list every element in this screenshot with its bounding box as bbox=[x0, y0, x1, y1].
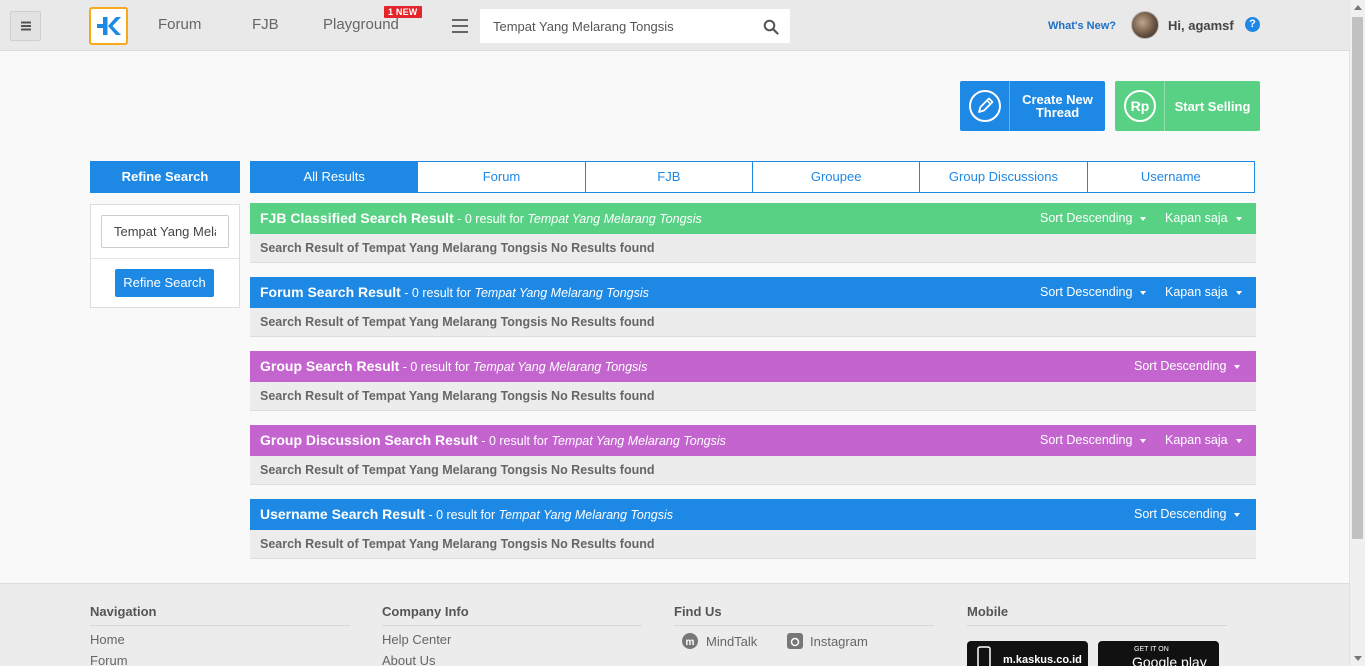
nav-playground-link[interactable]: Playground bbox=[323, 16, 399, 33]
sort-dropdown[interactable]: Sort Descending bbox=[1134, 359, 1241, 373]
footer-link-home[interactable]: Home bbox=[90, 632, 350, 647]
empty-message: Search Result of Tempat Yang Melarang To… bbox=[260, 463, 655, 477]
footer-mobile-title: Mobile bbox=[967, 604, 1227, 626]
empty-message: Search Result of Tempat Yang Melarang To… bbox=[260, 389, 655, 403]
forum-result-body: Search Result of Tempat Yang Melarang To… bbox=[250, 308, 1256, 337]
time-filter-dropdown[interactable]: Kapan saja bbox=[1165, 433, 1242, 447]
refine-search-input[interactable] bbox=[101, 215, 229, 248]
group-discussion-result-body: Search Result of Tempat Yang Melarang To… bbox=[250, 456, 1256, 485]
empty-message: Search Result of Tempat Yang Melarang To… bbox=[260, 537, 655, 551]
caret-down-icon bbox=[1140, 438, 1147, 443]
empty-message: Search Result of Tempat Yang Melarang To… bbox=[260, 315, 655, 329]
fjb-result-header: FJB Classified Search Result - 0 result … bbox=[250, 203, 1256, 234]
kaskus-logo[interactable] bbox=[89, 7, 128, 45]
result-title: FJB Classified Search Result - 0 result … bbox=[260, 210, 702, 226]
footer-link-mindtalk[interactable]: m MindTalk bbox=[680, 632, 757, 650]
footer-company-title: Company Info bbox=[382, 604, 642, 626]
mobile-site-badge[interactable]: m.kaskus.co.id bbox=[967, 641, 1088, 666]
result-tabs: All Results Forum FJB Groupee Group Disc… bbox=[250, 161, 1255, 193]
sort-dropdown[interactable]: Sort Descending bbox=[1040, 285, 1147, 299]
scroll-thumb[interactable] bbox=[1352, 17, 1363, 539]
search-input[interactable] bbox=[480, 9, 760, 43]
caret-down-icon bbox=[1235, 216, 1242, 221]
result-title: Username Search Result - 0 result for Te… bbox=[260, 506, 674, 522]
caret-down-icon bbox=[1235, 438, 1242, 443]
footer-link-instagram[interactable]: Instagram bbox=[786, 632, 868, 650]
search-bar bbox=[480, 9, 790, 43]
footer-findus-title: Find Us bbox=[674, 604, 934, 626]
caret-down-icon bbox=[1234, 364, 1241, 369]
footer-link-forum[interactable]: Forum bbox=[90, 653, 350, 666]
instagram-icon bbox=[787, 633, 803, 649]
refine-search-panel: Refine Search bbox=[90, 204, 240, 308]
help-icon[interactable]: ? bbox=[1245, 17, 1260, 32]
sort-dropdown[interactable]: Sort Descending bbox=[1040, 433, 1147, 447]
svg-text:m: m bbox=[686, 637, 695, 648]
footer: Navigation Home Forum Company Info Help … bbox=[0, 583, 1349, 666]
empty-message: Search Result of Tempat Yang Melarang To… bbox=[260, 241, 655, 255]
create-new-thread-label: Create New Thread bbox=[1022, 92, 1093, 120]
group-result-body: Search Result of Tempat Yang Melarang To… bbox=[250, 382, 1256, 411]
kaskus-logo-icon bbox=[96, 17, 121, 35]
tab-all-results[interactable]: All Results bbox=[251, 162, 418, 192]
category-list-icon[interactable] bbox=[452, 19, 468, 33]
scroll-up-arrow-icon[interactable] bbox=[1350, 0, 1365, 16]
svg-text:Rp: Rp bbox=[1130, 98, 1149, 114]
tab-groupee[interactable]: Groupee bbox=[751, 162, 920, 192]
forum-result-header: Forum Search Result - 0 result for Tempa… bbox=[250, 277, 1256, 308]
whats-new-link[interactable]: What's New? bbox=[1048, 20, 1116, 32]
google-play-badge[interactable]: GET IT ON Google play bbox=[1098, 641, 1219, 666]
top-navbar: Forum FJB Playground 1 NEW What's New? H… bbox=[0, 0, 1349, 51]
time-filter-dropdown[interactable]: Kapan saja bbox=[1165, 211, 1242, 225]
result-title: Group Search Result - 0 result for Tempa… bbox=[260, 358, 648, 374]
footer-mobile: Mobile bbox=[967, 604, 1227, 626]
divider bbox=[91, 258, 239, 259]
result-title: Group Discussion Search Result - 0 resul… bbox=[260, 432, 726, 448]
avatar[interactable] bbox=[1131, 11, 1159, 39]
start-selling-label: Start Selling bbox=[1174, 98, 1251, 114]
username-result-header: Username Search Result - 0 result for Te… bbox=[250, 499, 1256, 530]
footer-link-help-center[interactable]: Help Center bbox=[382, 632, 642, 647]
new-badge: 1 NEW bbox=[384, 6, 422, 18]
sort-dropdown[interactable]: Sort Descending bbox=[1134, 507, 1241, 521]
tab-forum[interactable]: Forum bbox=[417, 162, 585, 192]
user-greeting[interactable]: Hi, agamsf bbox=[1168, 18, 1234, 33]
caret-down-icon bbox=[1140, 290, 1147, 295]
group-result-header: Group Search Result - 0 result for Tempa… bbox=[250, 351, 1256, 382]
scroll-down-arrow-icon[interactable] bbox=[1350, 650, 1365, 666]
page-scrollbar[interactable] bbox=[1349, 0, 1365, 666]
tab-group-discussions[interactable]: Group Discussions bbox=[919, 162, 1087, 192]
footer-find-us: Find Us bbox=[674, 604, 934, 626]
tab-username[interactable]: Username bbox=[1086, 162, 1254, 192]
hamburger-menu-button[interactable] bbox=[10, 11, 41, 41]
caret-down-icon bbox=[1140, 216, 1147, 221]
footer-company-info: Company Info Help Center About Us bbox=[382, 604, 642, 666]
time-filter-dropdown[interactable]: Kapan saja bbox=[1165, 285, 1242, 299]
footer-link-about-us[interactable]: About Us bbox=[382, 653, 642, 666]
footer-navigation-title: Navigation bbox=[90, 604, 350, 626]
pencil-icon bbox=[960, 81, 1010, 131]
rupiah-icon: Rp bbox=[1115, 81, 1165, 131]
refine-search-button[interactable]: Refine Search bbox=[115, 269, 214, 297]
result-title: Forum Search Result - 0 result for Tempa… bbox=[260, 284, 649, 300]
caret-down-icon bbox=[1235, 290, 1242, 295]
search-icon[interactable] bbox=[763, 19, 779, 35]
nav-forum-link[interactable]: Forum bbox=[158, 16, 201, 33]
sort-dropdown[interactable]: Sort Descending bbox=[1040, 211, 1147, 225]
hamburger-icon bbox=[20, 25, 31, 27]
username-result-body: Search Result of Tempat Yang Melarang To… bbox=[250, 530, 1256, 559]
create-new-thread-button[interactable]: Create New Thread bbox=[960, 81, 1105, 131]
tab-fjb[interactable]: FJB bbox=[584, 162, 752, 192]
refine-search-title: Refine Search bbox=[90, 161, 240, 193]
fjb-result-body: Search Result of Tempat Yang Melarang To… bbox=[250, 234, 1256, 263]
phone-icon bbox=[977, 646, 991, 666]
group-discussion-result-header: Group Discussion Search Result - 0 resul… bbox=[250, 425, 1256, 456]
start-selling-button[interactable]: Rp Start Selling bbox=[1115, 81, 1260, 131]
footer-navigation: Navigation Home Forum bbox=[90, 604, 350, 666]
caret-down-icon bbox=[1234, 512, 1241, 517]
nav-fjb-link[interactable]: FJB bbox=[252, 16, 279, 33]
mindtalk-icon: m bbox=[682, 633, 698, 649]
